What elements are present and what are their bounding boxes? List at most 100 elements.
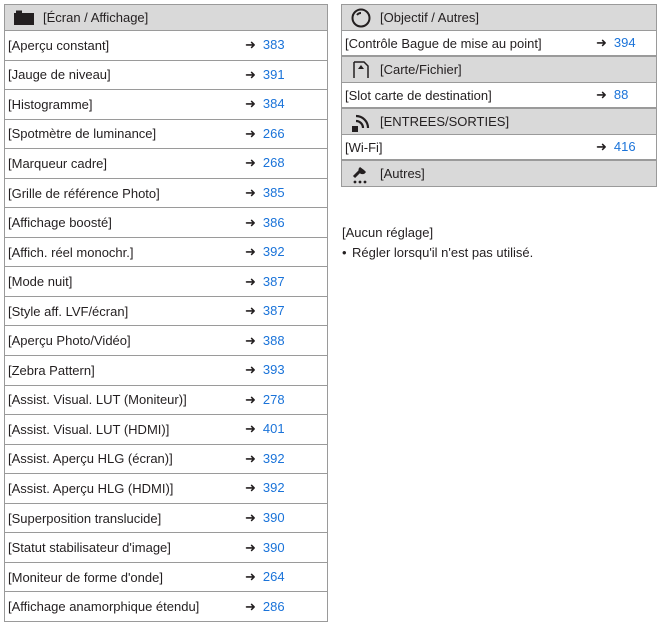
page-number[interactable]: 388 [263,333,285,348]
page-number[interactable]: 264 [263,569,285,584]
page-reference[interactable]: ➜ 392 [245,480,327,496]
page-number[interactable]: 266 [263,126,285,141]
table-row[interactable]: [Jauge de niveau] ➜ 391 [4,60,328,91]
page-reference[interactable]: ➜ 416 [596,139,656,155]
row-label: [Affichage boosté] [8,215,112,231]
table-row[interactable]: [Affichage boosté] ➜ 386 [4,208,328,238]
section-header-lens: [Objectif / Autres] [341,4,657,31]
page-reference[interactable]: ➜ 88 [596,87,656,103]
table-row[interactable]: [Moniteur de forme d'onde] ➜ 264 [4,562,328,593]
table-row[interactable]: [Assist. Aperçu HLG (HDMI)] ➜ 392 [4,474,328,504]
section-header-io: [ENTREES/SORTIES] [341,108,657,135]
table-row[interactable]: [Slot carte de destination] ➜ 88 [341,83,657,108]
table-row[interactable]: [Assist. Visual. LUT (HDMI)] ➜ 401 [4,415,328,445]
page-reference[interactable]: ➜ 286 [245,599,327,615]
page-reference[interactable]: ➜ 386 [245,215,327,231]
arrow-icon: ➜ [245,155,256,171]
page-number[interactable]: 385 [263,185,285,200]
page-reference[interactable]: ➜ 388 [245,333,327,349]
page-reference[interactable]: ➜ 392 [245,451,327,467]
wireless-icon [350,112,372,132]
page-number[interactable]: 387 [263,303,285,318]
page-reference[interactable]: ➜ 384 [245,96,327,112]
page-reference[interactable]: ➜ 383 [245,37,327,53]
page-reference[interactable]: ➜ 387 [245,274,327,290]
row-label: [Spotmètre de luminance] [8,126,157,142]
page-reference[interactable]: ➜ 391 [245,67,327,83]
table-row[interactable]: [Grille de référence Photo] ➜ 385 [4,178,328,209]
other-settings-table: [Objectif / Autres] [Contrôle Bague de m… [341,4,657,187]
table-row[interactable]: [Aperçu Photo/Vidéo] ➜ 388 [4,326,328,357]
arrow-icon: ➜ [245,450,256,466]
arrow-icon: ➜ [245,66,256,82]
table-row[interactable]: [Marqueur cadre] ➜ 268 [4,149,328,179]
page-number[interactable]: 390 [263,540,285,555]
table-row[interactable]: [Superposition translucide] ➜ 390 [4,503,328,534]
arrow-icon: ➜ [245,598,256,614]
section-header-other: [Autres] [341,160,657,187]
page-number[interactable]: 392 [263,451,285,466]
page-reference[interactable]: ➜ 393 [245,362,327,378]
page-number[interactable]: 391 [263,67,285,82]
row-label: [Zebra Pattern] [8,362,95,378]
arrow-icon: ➜ [245,332,256,348]
row-label: [Assist. Visual. LUT (HDMI)] [8,421,170,437]
page-number[interactable]: 386 [263,215,285,230]
table-row[interactable]: [Affich. réel monochr.] ➜ 392 [4,237,328,268]
note-title: [Aucun réglage] [342,225,434,240]
page-number[interactable]: 392 [263,480,285,495]
page-reference[interactable]: ➜ 385 [245,185,327,201]
table-row[interactable]: [Assist. Visual. LUT (Moniteur)] ➜ 278 [4,385,328,416]
row-label: [Assist. Aperçu HLG (HDMI)] [8,480,174,496]
table-row[interactable]: [Affichage anamorphique étendu] ➜ 286 [4,592,328,622]
page-number[interactable]: 401 [263,421,285,436]
page-reference[interactable]: ➜ 387 [245,303,327,319]
row-label: [Grille de référence Photo] [8,185,160,201]
row-label: [Affichage anamorphique étendu] [8,599,200,615]
page-number[interactable]: 268 [263,155,285,170]
arrow-icon: ➜ [245,510,256,526]
table-row[interactable]: [Assist. Aperçu HLG (écran)] ➜ 392 [4,444,328,475]
row-label: [Affich. réel monochr.] [8,244,134,260]
page-reference[interactable]: ➜ 268 [245,155,327,171]
page-reference[interactable]: ➜ 278 [245,392,327,408]
page-reference[interactable]: ➜ 266 [245,126,327,142]
section-header-display: [Écran / Affichage] [4,4,328,31]
arrow-icon: ➜ [596,87,607,102]
page-number[interactable]: 286 [263,599,285,614]
page-number[interactable]: 278 [263,392,285,407]
page-reference[interactable]: ➜ 264 [245,569,327,585]
page-number[interactable]: 387 [263,274,285,289]
table-row[interactable]: [Mode nuit] ➜ 387 [4,267,328,297]
arrow-icon: ➜ [245,37,256,53]
page-number[interactable]: 384 [263,96,285,111]
page-reference[interactable]: ➜ 401 [245,421,327,437]
section-header-label: [Carte/Fichier] [380,62,462,77]
page-number[interactable]: 392 [263,244,285,259]
table-row[interactable]: [Histogramme] ➜ 384 [4,90,328,120]
arrow-icon: ➜ [245,569,256,585]
page-number[interactable]: 390 [263,510,285,525]
page-reference[interactable]: ➜ 394 [596,35,656,51]
page-number[interactable]: 393 [263,362,285,377]
wrench-icon [350,164,372,184]
table-row[interactable]: [Aperçu constant] ➜ 383 [4,31,328,61]
row-label: [Mode nuit] [8,274,73,290]
arrow-icon: ➜ [596,35,607,50]
table-row[interactable]: [Wi-Fi] ➜ 416 [341,135,657,160]
page-reference[interactable]: ➜ 390 [245,540,327,556]
arrow-icon: ➜ [245,185,256,200]
card-icon [350,60,372,80]
section-header-card: [Carte/Fichier] [341,56,657,83]
table-row[interactable]: [Spotmètre de luminance] ➜ 266 [4,119,328,150]
row-label: [Assist. Visual. LUT (Moniteur)] [8,392,187,408]
page-number[interactable]: 383 [263,37,285,52]
page-reference[interactable]: ➜ 392 [245,244,327,260]
arrow-icon: ➜ [245,303,256,319]
table-row[interactable]: [Style aff. LVF/écran] ➜ 387 [4,296,328,327]
page-reference[interactable]: ➜ 390 [245,510,327,526]
table-row[interactable]: [Contrôle Bague de mise au point] ➜ 394 [341,31,657,56]
table-row[interactable]: [Zebra Pattern] ➜ 393 [4,356,328,386]
table-row[interactable]: [Statut stabilisateur d'image] ➜ 390 [4,533,328,563]
note-bullet: • Régler lorsqu'il n'est pas utilisé. [342,245,534,260]
